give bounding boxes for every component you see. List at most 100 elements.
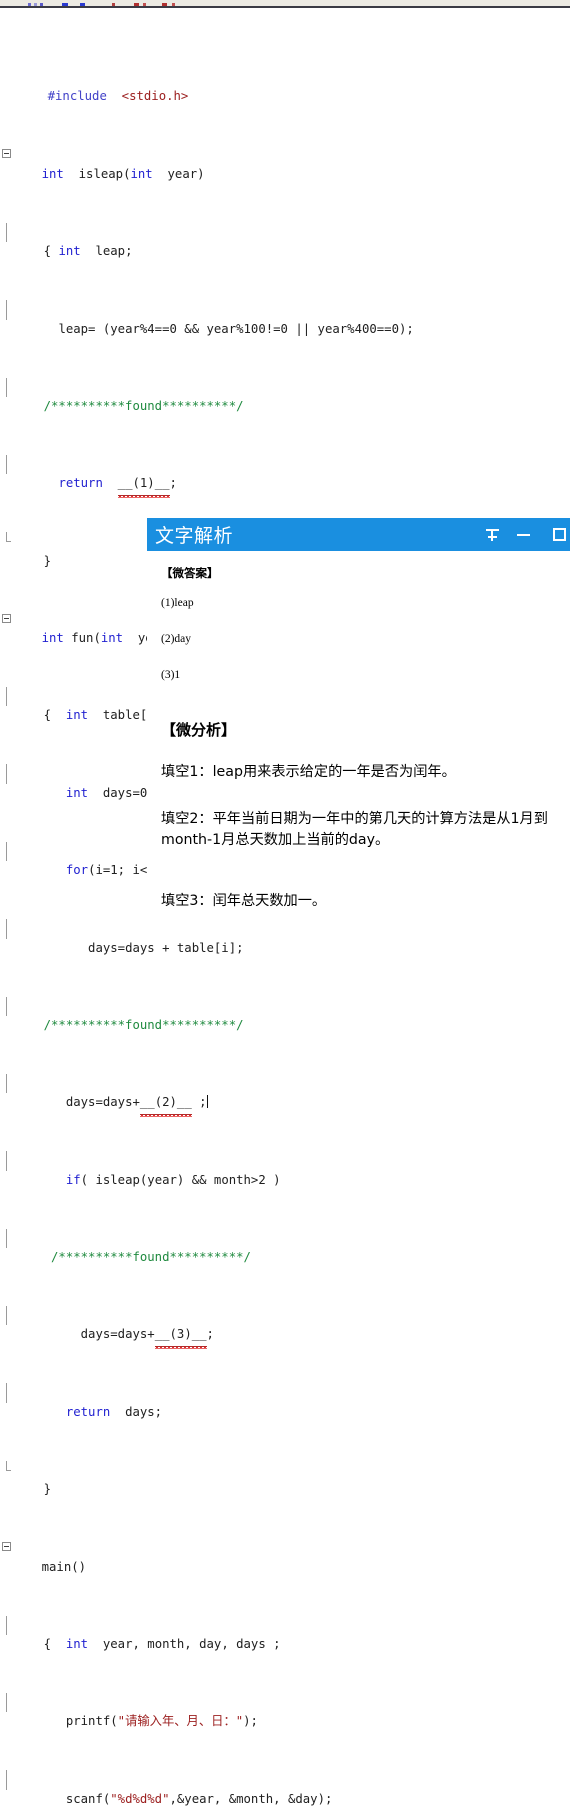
open-brace: { bbox=[43, 708, 66, 723]
fold-guide-line bbox=[6, 300, 7, 320]
blank-3[interactable]: __(3)__ bbox=[154, 1325, 207, 1350]
code-line[interactable]: scanf("%d%d%d",&year, &month, &day); bbox=[0, 1770, 570, 1806]
spacing bbox=[107, 89, 122, 103]
code-line[interactable]: if( isleap(year) && month>2 ) bbox=[0, 1151, 570, 1187]
fold-guide-line bbox=[6, 1306, 7, 1326]
keyword-for: for bbox=[65, 863, 89, 878]
fold-guide-line bbox=[6, 454, 7, 475]
spacing bbox=[44, 1095, 66, 1109]
panel-body: 【微答案】 (1)leap (2)day (3)1 【微分析】 填空1：leap… bbox=[147, 551, 570, 912]
keyword-int: int bbox=[58, 244, 81, 259]
printf-tail: ); bbox=[243, 1714, 258, 1729]
keyword-if: if bbox=[65, 1172, 81, 1187]
toolbar-icon-row bbox=[0, 0, 570, 6]
panel-title: 文字解析 bbox=[155, 525, 234, 547]
code-line[interactable]: return days; bbox=[0, 1383, 570, 1419]
code-line[interactable]: main() bbox=[0, 1538, 570, 1574]
spacing bbox=[44, 941, 88, 955]
fold-guide-line bbox=[6, 1228, 7, 1248]
fold-guide-line bbox=[6, 1692, 7, 1713]
spacing bbox=[44, 1173, 66, 1187]
spacing bbox=[44, 1714, 66, 1728]
code-line[interactable]: days=days + table[i]; bbox=[0, 919, 570, 955]
toolbar-clipped-edge bbox=[0, 0, 570, 8]
code-editor[interactable]: #include <stdio.h> int isleap(int year) … bbox=[0, 10, 570, 1806]
toolbar-icon-ghost-3 bbox=[40, 3, 43, 6]
fold-guide-line bbox=[6, 1383, 7, 1403]
found-comment: /**********found**********/ bbox=[43, 398, 244, 413]
toolbar-icon-ghost-8 bbox=[143, 3, 146, 6]
days-blank3-suffix: ; bbox=[206, 1327, 214, 1342]
spacing bbox=[44, 786, 66, 800]
code-line[interactable]: /**********found**********/ bbox=[0, 377, 570, 413]
code-line[interactable]: leap= (year%4==0 && year%100!=0 || year%… bbox=[0, 300, 570, 336]
fold-guide-line bbox=[6, 1073, 7, 1094]
panel-window-controls bbox=[477, 518, 570, 551]
answer-item: (2)day bbox=[161, 633, 192, 645]
text-caret bbox=[206, 1095, 208, 1109]
toolbar-icon-ghost-2 bbox=[34, 3, 37, 6]
fold-guide-line bbox=[6, 222, 7, 243]
fold-collapse-icon[interactable] bbox=[2, 613, 11, 623]
panel-titlebar[interactable]: 文字解析 bbox=[147, 518, 570, 551]
keyword-int: int bbox=[130, 166, 153, 181]
fold-guide-line bbox=[6, 1770, 7, 1790]
found-comment: /**********found**********/ bbox=[51, 1250, 251, 1264]
code-line[interactable]: } bbox=[0, 1460, 570, 1496]
fold-guide-line bbox=[6, 1615, 7, 1635]
code-line[interactable]: { int leap; bbox=[0, 222, 570, 258]
code-line[interactable]: return __(1)__; bbox=[0, 454, 570, 498]
close-brace: } bbox=[43, 553, 52, 568]
found-comment: /**********found**********/ bbox=[43, 1017, 244, 1032]
answer-section-heading: 【微答案】 bbox=[161, 566, 219, 580]
code-line[interactable]: days=days+__(2)__ ; bbox=[0, 1073, 570, 1117]
code-line[interactable]: int isleap(int year) bbox=[0, 145, 570, 181]
include-header: <stdio.h> bbox=[121, 89, 189, 104]
fold-guide-line-end bbox=[6, 1460, 11, 1471]
pin-icon bbox=[486, 528, 499, 542]
statement-terminator: ; bbox=[169, 476, 177, 491]
days-blank2-prefix: days=days+ bbox=[65, 1095, 140, 1110]
blank-1-label: (1) bbox=[132, 476, 155, 491]
toolbar-icon-ghost-5 bbox=[80, 3, 85, 6]
spacing bbox=[44, 476, 59, 490]
toolbar-icon-ghost-7 bbox=[134, 3, 139, 6]
fold-guide-line bbox=[6, 996, 7, 1016]
code-line[interactable]: /**********found**********/ bbox=[0, 996, 570, 1032]
minimize-button[interactable] bbox=[508, 518, 539, 551]
code-line[interactable]: /**********found**********/ bbox=[0, 1228, 570, 1264]
fold-guide-line-end bbox=[6, 532, 11, 543]
minimize-icon bbox=[517, 533, 530, 536]
fold-collapse-icon[interactable] bbox=[2, 149, 11, 159]
blank-2[interactable]: __(2)__ bbox=[139, 1093, 192, 1117]
code-line[interactable]: { int year, month, day, days ; bbox=[0, 1615, 570, 1651]
fold-guide-line bbox=[6, 687, 7, 707]
keyword-return: return bbox=[65, 1404, 111, 1419]
fold-collapse-icon[interactable] bbox=[2, 1542, 11, 1552]
if-condition: ( isleap(year) && month>2 ) bbox=[80, 1172, 281, 1187]
spacing bbox=[44, 1327, 81, 1341]
scanf-tail: ,&year, &month, &day); bbox=[169, 1791, 333, 1806]
days-blank2-suffix: ; bbox=[191, 1095, 207, 1110]
printf-prompt-string: "请输入年、月、日：" bbox=[117, 1714, 244, 1729]
leap-declaration: leap; bbox=[80, 244, 133, 259]
keyword-return: return bbox=[58, 476, 103, 491]
scanf-format-string: "%d%d%d" bbox=[110, 1791, 170, 1806]
code-line[interactable]: printf("请输入年、月、日："); bbox=[0, 1692, 570, 1728]
toolbar-icon-ghost-6 bbox=[112, 3, 115, 6]
leap-expression: leap= (year%4==0 && year%100!=0 || year%… bbox=[58, 321, 414, 336]
main-declarations: year, month, day, days ; bbox=[88, 1636, 281, 1651]
function-name-main: main() bbox=[41, 1559, 87, 1574]
pin-button[interactable] bbox=[477, 518, 508, 551]
fold-guide-line bbox=[6, 764, 7, 784]
code-line[interactable]: #include <stdio.h> bbox=[0, 68, 570, 103]
pin-icon-stem bbox=[488, 535, 497, 538]
open-brace: { bbox=[43, 244, 59, 259]
code-line[interactable]: days=days+__(3)__; bbox=[0, 1306, 570, 1350]
maximize-button[interactable] bbox=[539, 518, 570, 551]
keyword-int: int bbox=[41, 631, 64, 645]
fold-guide-line bbox=[6, 919, 7, 939]
preprocessor-directive: #include bbox=[47, 89, 107, 104]
spacing bbox=[44, 1405, 66, 1419]
blank-1[interactable]: __(1)__ bbox=[117, 474, 170, 498]
